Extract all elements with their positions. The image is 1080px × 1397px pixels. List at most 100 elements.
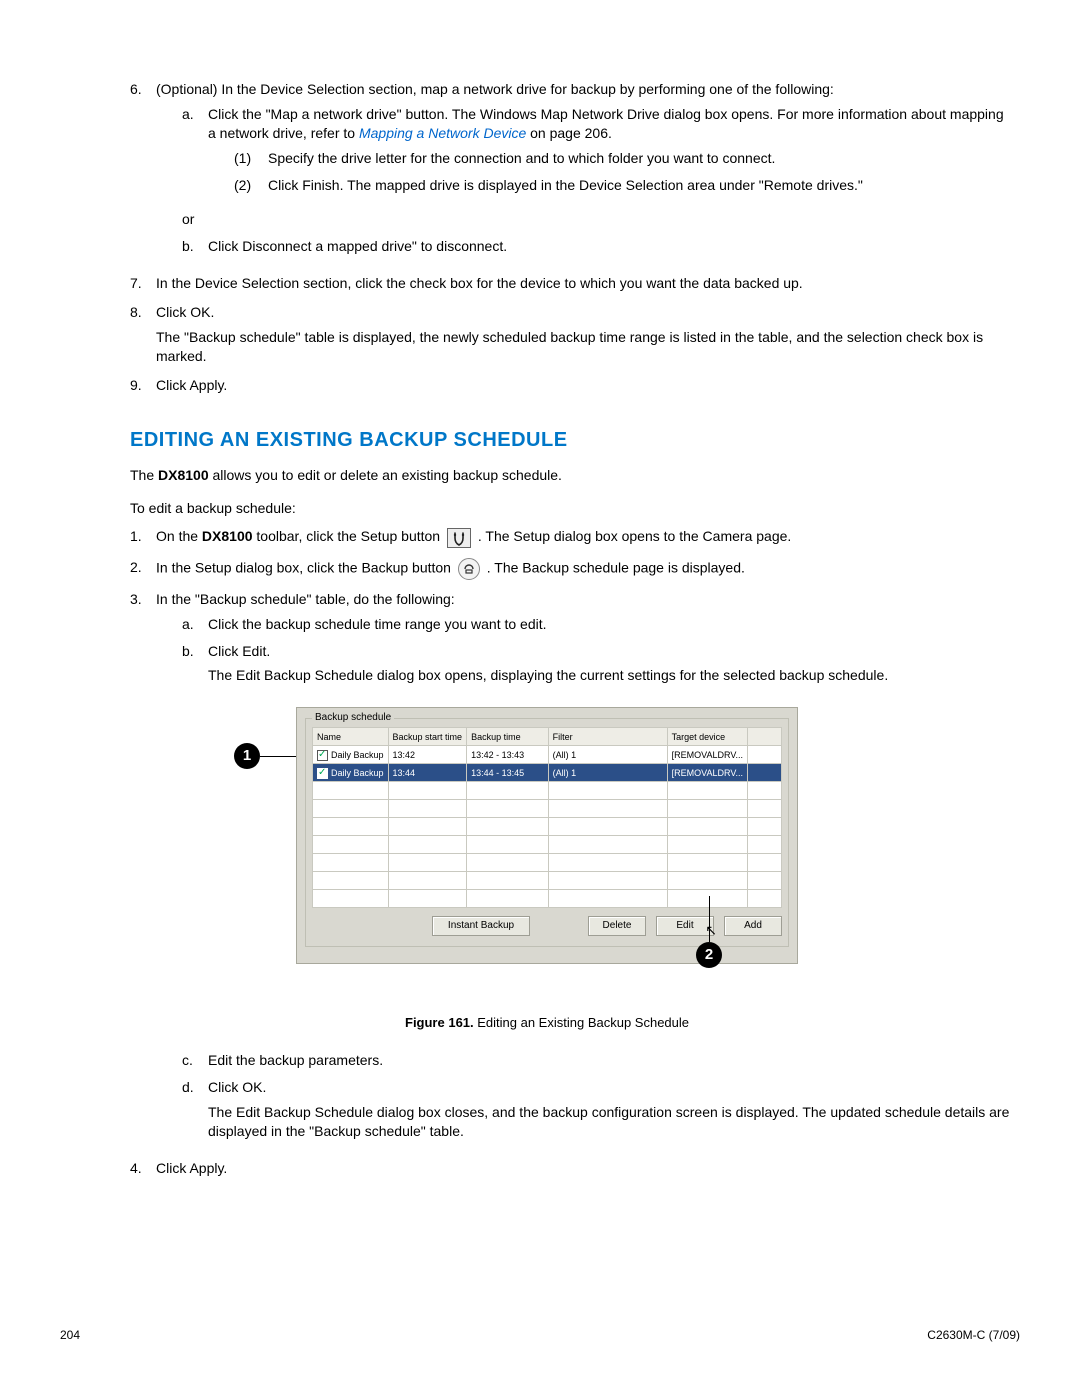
link-mapping-network-device[interactable]: Mapping a Network Device (359, 125, 526, 141)
sub-body: Click Edit. The Edit Backup Schedule dia… (208, 642, 1010, 1044)
cell-name: Daily Backup (331, 750, 384, 760)
step-body: Click OK. The "Backup schedule" table is… (156, 303, 1010, 366)
step-body: (Optional) In the Device Selection secti… (156, 80, 1010, 264)
table-row-empty[interactable] (313, 818, 782, 836)
step-marker: 1. (130, 527, 156, 547)
sub-text: Click Disconnect a mapped drive" to disc… (208, 237, 1010, 256)
button-row: Instant Backup Delete Edit ↖ Add (312, 916, 782, 936)
sub-body: Click the "Map a network drive" button. … (208, 105, 1010, 203)
table-header-row: Name Backup start time Backup time Filte… (313, 728, 782, 746)
step-text: (Optional) In the Device Selection secti… (156, 81, 834, 97)
table-row-selected[interactable]: Daily Backup 13:44 13:44 - 13:45 (All) 1… (313, 764, 782, 782)
backup-schedule-window: Backup schedule Name (296, 707, 798, 964)
sub-text: Click the backup schedule time range you… (208, 615, 1010, 634)
cursor-icon: ↖ (705, 921, 717, 940)
col-name[interactable]: Name (313, 728, 389, 746)
page-number: 204 (60, 1327, 80, 1343)
col-blank (748, 728, 782, 746)
edit-button[interactable]: Edit ↖ (656, 916, 714, 936)
sub-text: Click OK. (208, 1079, 266, 1095)
sub-a: a. Click the "Map a network drive" butto… (182, 105, 1010, 203)
step-marker: 8. (130, 303, 156, 366)
sub-marker: d. (182, 1078, 208, 1141)
sub-c: c. Edit the backup parameters. (182, 1051, 1010, 1070)
figure-caption-post: Editing an Existing Backup Schedule (474, 1015, 689, 1030)
mid: toolbar, click the Setup button (253, 528, 444, 544)
callout-label: 1 (243, 746, 251, 766)
sub-marker: b. (182, 642, 208, 1044)
sub-text: Click Edit. (208, 643, 270, 659)
figure-caption-pre: Figure 161. (405, 1015, 474, 1030)
callout-2: 2 (696, 942, 722, 968)
lead-para: To edit a backup schedule: (130, 499, 1010, 518)
step-text: In the Device Selection section, click t… (156, 274, 1010, 293)
step-marker: 4. (130, 1159, 156, 1178)
step-text: Click OK. (156, 304, 214, 320)
step-para: The "Backup schedule" table is displayed… (156, 328, 1010, 366)
table-row-empty[interactable] (313, 836, 782, 854)
or-divider: or (182, 210, 1010, 229)
checkbox-icon[interactable] (317, 750, 328, 761)
intro-model: DX8100 (158, 467, 209, 483)
pre: In the Setup dialog box, click the Backu… (156, 559, 455, 575)
table-row-empty[interactable] (313, 782, 782, 800)
edit-step-1: 1. On the DX8100 toolbar, click the Setu… (130, 527, 1010, 547)
step-list-top: 6. (Optional) In the Device Selection se… (130, 80, 1010, 395)
intro-pre: The (130, 467, 158, 483)
sub-d: d. Click OK. The Edit Backup Schedule di… (182, 1078, 1010, 1141)
sub-body: Click OK. The Edit Backup Schedule dialo… (208, 1078, 1010, 1141)
setup-toolbar-icon (447, 528, 471, 548)
col-target[interactable]: Target device (667, 728, 747, 746)
callout-2-line (709, 896, 710, 942)
step-body: In the "Backup schedule" table, do the f… (156, 590, 1010, 1149)
table-row-empty[interactable] (313, 872, 782, 890)
sub-list-b: b. Click Disconnect a mapped drive" to d… (182, 237, 1010, 256)
delete-button[interactable]: Delete (588, 916, 646, 936)
post: . The Backup schedule page is displayed. (487, 559, 745, 575)
figure-161: 1 Backup schedule (234, 707, 1010, 1031)
pre: On the (156, 528, 202, 544)
backup-schedule-table[interactable]: Name Backup start time Backup time Filte… (312, 727, 782, 908)
sub-list: a. Click the "Map a network drive" butto… (182, 105, 1010, 203)
cell-filter: (All) 1 (548, 764, 667, 782)
edit-step-4: 4. Click Apply. (130, 1159, 1010, 1178)
paren-marker: (2) (234, 176, 268, 195)
backup-schedule-group: Backup schedule Name (305, 718, 789, 947)
content-area: 6. (Optional) In the Device Selection se… (130, 80, 1010, 1178)
figure-caption: Figure 161. Editing an Existing Backup S… (296, 1014, 798, 1032)
table-row-empty[interactable] (313, 800, 782, 818)
paren-text: Specify the drive letter for the connect… (268, 149, 1010, 168)
step-marker: 9. (130, 376, 156, 395)
cell-btime: 13:42 - 13:43 (467, 746, 549, 764)
col-btime[interactable]: Backup time (467, 728, 549, 746)
table-row[interactable]: Daily Backup 13:42 13:42 - 13:43 (All) 1… (313, 746, 782, 764)
callout-1: 1 (234, 743, 260, 769)
cell-filter: (All) 1 (548, 746, 667, 764)
sub-a: a. Click the backup schedule time range … (182, 615, 1010, 634)
sub-marker: a. (182, 105, 208, 203)
table-row-empty[interactable] (313, 854, 782, 872)
section-heading: EDITING AN EXISTING BACKUP SCHEDULE (130, 427, 1010, 454)
doc-id: C2630M-C (7/09) (927, 1327, 1020, 1343)
checkbox-icon[interactable] (317, 768, 328, 779)
add-button[interactable]: Add (724, 916, 782, 936)
sub-text: Edit the backup parameters. (208, 1051, 1010, 1070)
table-row-empty[interactable] (313, 890, 782, 908)
cell-target: [REMOVALDRV... (667, 764, 747, 782)
cell-start: 13:42 (388, 746, 467, 764)
sub-marker: b. (182, 237, 208, 256)
post: . The Setup dialog box opens to the Came… (478, 528, 791, 544)
step-6: 6. (Optional) In the Device Selection se… (130, 80, 1010, 264)
col-filter[interactable]: Filter (548, 728, 667, 746)
edit-button-label: Edit (676, 920, 693, 931)
col-start[interactable]: Backup start time (388, 728, 467, 746)
callout-label: 2 (705, 945, 713, 965)
instant-backup-button[interactable]: Instant Backup (432, 916, 530, 936)
step-marker: 6. (130, 80, 156, 264)
intro-post: allows you to edit or delete an existing… (209, 467, 562, 483)
sub-marker: c. (182, 1051, 208, 1070)
paren-1: (1) Specify the drive letter for the con… (234, 149, 1010, 168)
edit-step-list: 1. On the DX8100 toolbar, click the Setu… (130, 527, 1010, 1177)
intro-para: The DX8100 allows you to edit or delete … (130, 466, 1010, 485)
paren-list: (1) Specify the drive letter for the con… (234, 149, 1010, 195)
